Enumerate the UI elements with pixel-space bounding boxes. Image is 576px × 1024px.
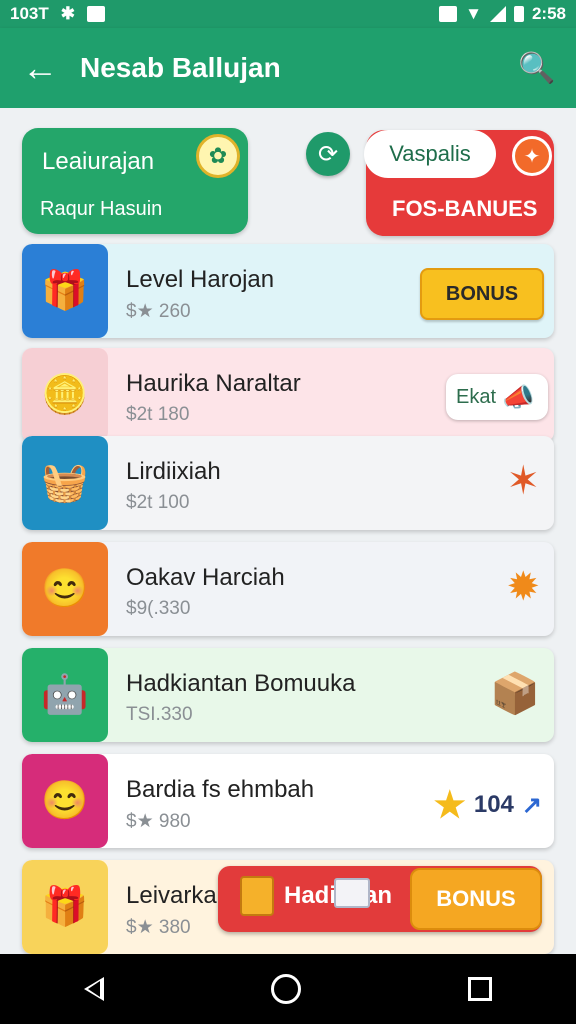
basket-icon: 🧺 [22, 436, 108, 530]
list-item-value: TSI.330 [126, 704, 193, 725]
wifi-icon: ▼ [465, 4, 482, 23]
trend-up-icon: ↗ [521, 791, 542, 819]
list-item-name: Lirdiixiah [126, 458, 221, 485]
list-item-name: Leivarka [126, 882, 217, 909]
nav-home-icon[interactable] [270, 974, 301, 1004]
list-item[interactable]: 🪙 Haurika Naraltar $2t 180 Ekat 📣 [22, 348, 554, 442]
list-item[interactable]: 🤖 Hadkiantan Bomuuka TSI.330 📦 [22, 648, 554, 742]
bonus-button[interactable]: BONUS [420, 268, 544, 320]
top-card-right-pill[interactable]: Vaspalis [364, 130, 496, 178]
main-content: Leaiurajan Raqur Hasuin ✿ ⟳ Vaspalis ✦ F… [0, 108, 576, 954]
star-burst-icon: ✶ [506, 459, 540, 503]
ekat-button[interactable]: Ekat 📣 [446, 374, 548, 420]
ekat-label: Ekat [456, 385, 497, 408]
fire-icon: ✦ [512, 136, 552, 176]
battery-icon [513, 6, 524, 22]
sun-icon: ✹ [506, 565, 540, 609]
status-time: 103T [10, 4, 49, 23]
overlay-bonus-button[interactable]: BONUS [410, 868, 542, 930]
list-item-name: Level Harojan [126, 266, 275, 293]
megaphone-icon: 📣 [502, 381, 535, 412]
list-item-value: $9(.330 [126, 598, 191, 619]
list-item-value: $2t 180 [126, 404, 190, 425]
list-item-name: Oakav Harciah [126, 564, 285, 591]
top-card-right-subtitle: FOS-BANUES [392, 196, 538, 221]
top-card-left-subtitle: Raqur Hasuin [40, 198, 163, 220]
clock: 2:58 [531, 4, 566, 23]
rating-count-value: 104 [473, 791, 514, 818]
gift-icon [240, 876, 274, 916]
status-bar: 103T ✱ ▼ 2:58 [0, 0, 576, 28]
app-bar: ← Nesab Ballujan 🔍 [0, 28, 576, 108]
refresh-icon[interactable]: ⟳ [306, 132, 350, 176]
list-item-value: $★ 380 [126, 917, 191, 938]
notification-icon [87, 6, 105, 22]
list-item-name: Bardia fs ehmbah [126, 776, 315, 803]
character-icon: 😊 [22, 754, 108, 848]
character-icon: 😊 [22, 542, 108, 636]
top-card-right[interactable]: Vaspalis ✦ FOS-BANUES [364, 130, 554, 236]
top-card-left-title: Leaiurajan [42, 148, 155, 175]
coin-icon: 🪙 [22, 348, 108, 442]
overlay-banner[interactable]: Hadiojian BONUS [218, 866, 542, 932]
list-item[interactable]: 🧺 Lirdiixiah $2t 100 ✶ [22, 436, 554, 530]
list-item[interactable]: 😊 Oakav Harciah $9(.330 ✹ [22, 542, 554, 636]
search-icon[interactable]: 🔍 [498, 51, 576, 86]
back-arrow-icon[interactable]: ← [0, 47, 80, 89]
badge-icon[interactable]: ✿ [196, 134, 240, 178]
page-title: Nesab Ballujan [80, 52, 281, 83]
system-nav-bar [0, 954, 576, 1024]
list-item[interactable]: 🎁 Level Harojan $★ 260 BONUS [22, 244, 554, 338]
signal-icon [489, 6, 506, 22]
gear-icon: ✱ [60, 4, 75, 23]
nav-back-icon[interactable] [83, 977, 104, 1001]
gift-bag-icon: 🎁 [22, 860, 108, 954]
vibrate-icon [439, 6, 458, 22]
list-item[interactable]: 😊 Bardia fs ehmbah $★ 980 ★ 104 ↗ [22, 754, 554, 848]
robot-icon: 🤖 [22, 648, 108, 742]
list-item-value: $★ 260 [126, 301, 191, 322]
list-item-name: Haurika Naraltar [126, 370, 301, 397]
gift-box-icon: 📦 [490, 672, 540, 716]
list-item-value: $★ 980 [126, 811, 191, 832]
star-icon: ★ [433, 784, 466, 825]
list-item-value: $2t 100 [126, 492, 190, 513]
rating-count: ★ 104 ↗ [434, 784, 542, 826]
mail-icon [334, 878, 370, 908]
list-item-name: Hadkiantan Bomuuka [126, 670, 356, 697]
gift-bag-icon: 🎁 [22, 244, 108, 338]
nav-recents-icon[interactable] [468, 977, 493, 1001]
